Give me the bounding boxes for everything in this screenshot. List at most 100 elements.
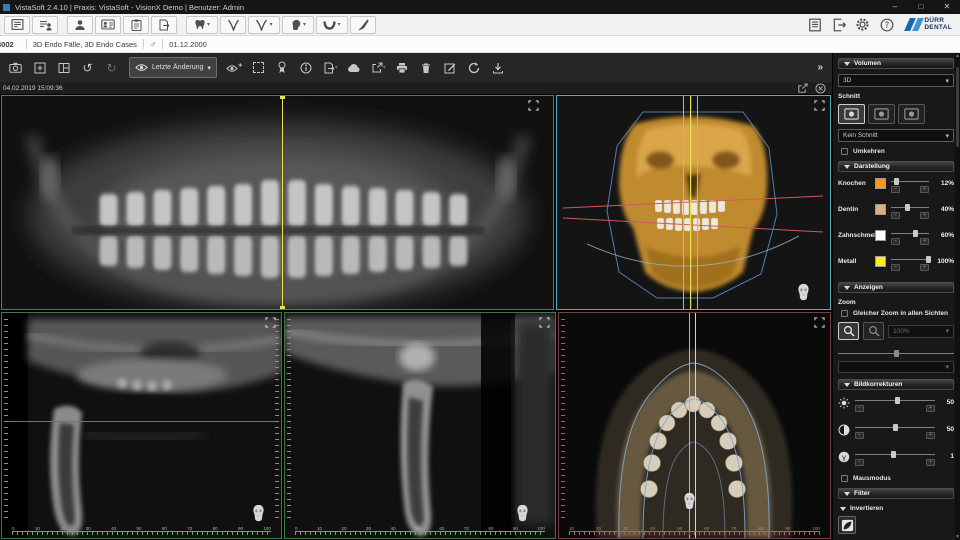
cursor-handle[interactable] (280, 306, 285, 309)
fullscreen-icon[interactable] (539, 317, 550, 328)
slider-thumb[interactable] (891, 451, 896, 458)
layer-color-swatch[interactable] (875, 178, 886, 189)
slice-mode-button-2[interactable] (868, 104, 895, 124)
gamma-slider[interactable] (855, 450, 935, 458)
ceph-button[interactable]: ▾ (282, 16, 314, 34)
undo-button[interactable]: ↺ (77, 58, 98, 78)
patient-name[interactable]: 3D Endo Fälle, 3D Endo Cases (33, 40, 137, 49)
document-export-button[interactable] (151, 16, 177, 34)
panorama-button[interactable]: ▾ (316, 16, 348, 34)
edit-image-button[interactable] (440, 58, 461, 78)
axial-plane-line[interactable] (8, 421, 275, 422)
print-button[interactable] (392, 58, 413, 78)
decrement-button[interactable]: − (855, 432, 864, 439)
umkehren-checkbox[interactable] (841, 148, 848, 155)
worklist-button[interactable] (4, 16, 30, 34)
add-view-button[interactable] (29, 58, 50, 78)
probe-button[interactable] (350, 16, 376, 34)
increment-button[interactable]: + (920, 238, 929, 245)
section-header-anzeigen[interactable]: Anzeigen (838, 282, 954, 293)
cursor-handle[interactable] (280, 96, 285, 99)
sidebar-scrollbar[interactable]: ▲ ▼ (955, 53, 960, 540)
decrement-button[interactable]: − (855, 459, 864, 466)
intraoral-button[interactable] (220, 16, 246, 34)
volume-3d-panel[interactable] (556, 95, 831, 310)
slider-thumb[interactable] (913, 230, 918, 237)
brightness-slider[interactable] (855, 396, 935, 404)
slice-type-dropdown[interactable]: Kein Schnitt ▾ (838, 129, 954, 142)
zoom-out-button[interactable] (863, 322, 884, 340)
section-header-darstellung[interactable]: Darstellung (838, 161, 954, 172)
close-button[interactable]: ✕ (934, 0, 960, 14)
same-zoom-checkbox[interactable] (841, 310, 848, 317)
toolbar-overflow-button[interactable]: » (817, 62, 827, 73)
slider-thumb[interactable] (926, 256, 931, 263)
slice-mode-button-3[interactable] (898, 104, 925, 124)
clipboard-button[interactable] (123, 16, 149, 34)
scrollbar-thumb[interactable] (956, 67, 959, 147)
export-button[interactable]: ▾ (368, 58, 389, 78)
history-dropdown[interactable]: Letzte Änderung ▾ (129, 57, 217, 78)
panoramic-view-panel[interactable] (1, 95, 554, 310)
import-button[interactable] (488, 58, 509, 78)
cross-section-view-panel-1[interactable]: 0102030405060708090100 (1, 312, 282, 539)
select-region-button[interactable] (248, 58, 269, 78)
fullscreen-icon[interactable] (814, 317, 825, 328)
slider-thumb[interactable] (905, 204, 910, 211)
redo-button[interactable]: ↻ (101, 58, 122, 78)
slider-thumb[interactable] (893, 424, 898, 431)
decrement-button[interactable]: − (891, 264, 900, 271)
layer-opacity-slider[interactable] (891, 203, 929, 211)
invert-filter-button[interactable] (838, 516, 856, 534)
fullscreen-icon[interactable] (528, 100, 539, 111)
increment-button[interactable]: + (926, 405, 935, 412)
snapshot-button[interactable] (5, 58, 26, 78)
increment-button[interactable]: + (926, 459, 935, 466)
layer-opacity-slider[interactable] (891, 177, 929, 185)
cloud-button[interactable] (344, 58, 365, 78)
scroll-up-icon[interactable]: ▲ (955, 53, 960, 59)
section-header-filter[interactable]: Filter (838, 488, 954, 499)
cross-section-view-panel-2[interactable]: 0102030405060708090100 (284, 312, 556, 539)
delete-button[interactable] (416, 58, 437, 78)
patient-button[interactable] (67, 16, 93, 34)
zoom-level-dropdown[interactable]: 100% ▾ (888, 325, 954, 338)
decrement-button[interactable]: − (855, 405, 864, 412)
layout-button[interactable] (53, 58, 74, 78)
increment-button[interactable]: + (920, 264, 929, 271)
layer-color-swatch[interactable] (875, 204, 886, 215)
increment-button[interactable]: + (926, 432, 935, 439)
maximize-button[interactable]: □ (908, 0, 934, 14)
slice-mode-button-1[interactable] (838, 104, 865, 124)
increment-button[interactable]: + (920, 212, 929, 219)
info-button[interactable] (296, 58, 317, 78)
increment-button[interactable]: + (920, 186, 929, 193)
volume-mode-dropdown[interactable]: 3D ▾ (838, 74, 954, 87)
show-annotations-button[interactable] (224, 58, 245, 78)
section-header-bildkorrekturen[interactable]: Bildkorrekturen (838, 379, 954, 390)
close-exam-icon[interactable] (815, 83, 826, 94)
protocol-button[interactable] (807, 17, 822, 32)
zoom-preset-dropdown[interactable]: ▾ (838, 361, 954, 373)
contrast-slider[interactable] (855, 423, 935, 431)
slider-thumb[interactable] (895, 397, 900, 404)
intraoral-menu-button[interactable]: ▾ (248, 16, 280, 34)
rotate-button[interactable] (464, 58, 485, 78)
axial-view-panel[interactable]: 102030405060708090100 (558, 312, 831, 539)
layer-color-swatch[interactable] (875, 230, 886, 241)
layer-color-swatch[interactable] (875, 256, 886, 267)
pano-slice-cursor[interactable] (282, 96, 283, 309)
decrement-button[interactable]: − (891, 186, 900, 193)
invertieren-header[interactable]: Invertieren (838, 505, 954, 512)
scroll-down-icon[interactable]: ▼ (955, 534, 960, 540)
patient-card-button[interactable] (95, 16, 121, 34)
decrement-button[interactable]: − (891, 238, 900, 245)
slider-thumb[interactable] (894, 178, 899, 185)
mausmodus-checkbox[interactable] (841, 475, 848, 482)
layer-opacity-slider[interactable] (891, 229, 929, 237)
zoom-in-button[interactable] (838, 322, 859, 340)
patient-list-button[interactable] (32, 16, 58, 34)
minimize-button[interactable]: – (882, 0, 908, 14)
report-export-button[interactable]: ▾ (320, 58, 341, 78)
fullscreen-icon[interactable] (814, 100, 825, 111)
